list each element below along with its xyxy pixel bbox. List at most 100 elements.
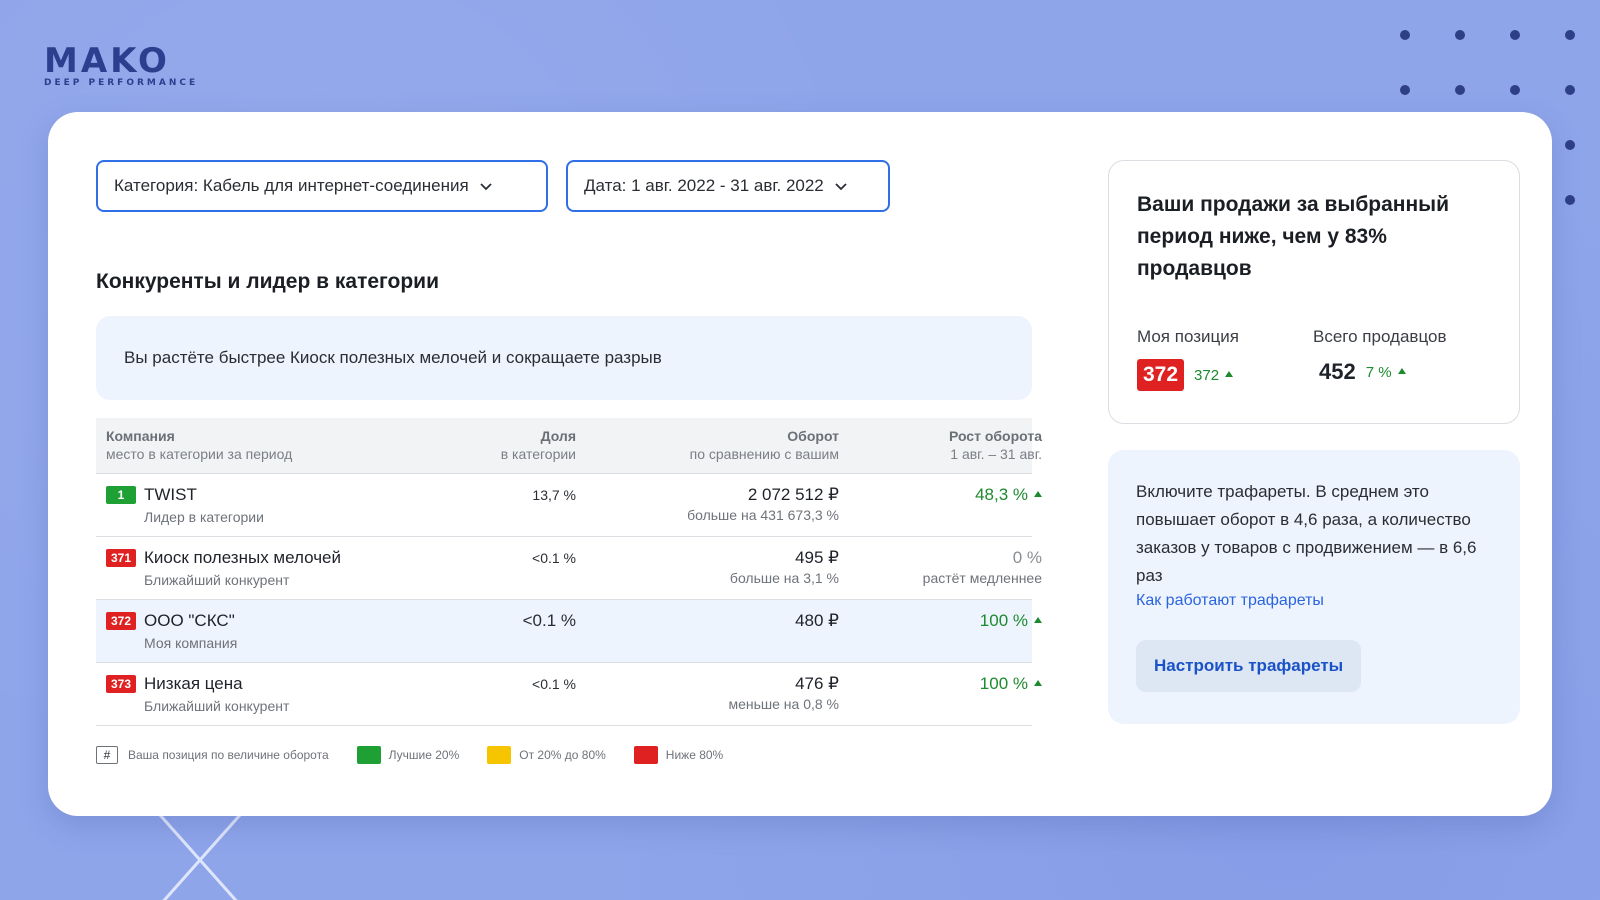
company-role: Лидер в категории [144,509,264,525]
share-value: 13,7 % [532,487,576,503]
delta-text: 372 [1194,366,1220,384]
table-row[interactable]: 373 Низкая цена Ближайший конкурент <0.1… [96,663,1042,726]
total-sellers-delta: 7 % [1366,364,1406,381]
brand-tagline: DEEP PERFORMANCE [44,78,199,88]
chevron-down-icon [479,179,493,193]
turnover-value: 476 ₽ [795,674,839,693]
turnover-compare: больше на 3,1 % [729,570,839,586]
share-value: <0.1 % [532,550,576,566]
legend-swatch [633,746,658,764]
legend-label: От 20% до 80% [519,748,606,762]
summary-stats: Моя позиция 372 372 Всего продавцов 452 … [1137,327,1491,391]
header-company-sub: место в категории за период [106,446,293,462]
summary-title: Ваши продажи за выбранный период ниже, ч… [1137,193,1450,280]
header-company: Компания место в категории за период [106,428,476,465]
company-cell: 372 ООО "СКС" Моя компания [106,610,476,662]
table-header: Компания место в категории за период Дол… [96,418,1042,474]
how-stencils-work-link[interactable]: Как работают трафареты [1136,592,1324,610]
header-turnover-sub: по сравнению с вашим [689,446,839,462]
company-name: ООО "СКС" [144,611,235,630]
legend-item-top: Лучшие 20% [356,746,460,764]
my-position-stat: Моя позиция 372 372 [1137,327,1313,391]
legend-item-bottom: Ниже 80% [633,746,724,764]
growth-text: 100 % [979,674,1028,693]
legend-label: Ваша позиция по величине оборота [128,748,329,762]
legend-swatch [487,746,512,764]
company-role: Моя компания [144,635,238,651]
header-turnover-title: Оборот [787,428,839,444]
company-name: Киоск полезных мелочей [144,548,342,567]
my-position-label: Моя позиция [1137,327,1239,346]
total-sellers-label: Всего продавцов [1313,327,1447,346]
competitors-table: Компания место в категории за период Дол… [96,418,1042,726]
legend-label: Ниже 80% [665,748,724,762]
my-position-badge: 372 [1137,359,1185,391]
brand-name: MAKO [44,41,170,81]
growth-text: 100 % [979,611,1028,630]
growth-value: 48,3 % [839,484,1042,506]
turnover-compare: больше на 431 673,3 % [687,507,839,523]
legend-item-position: # Ваша позиция по величине оборота [96,746,329,764]
turnover-compare: меньше на 0,8 % [728,696,839,712]
brand-logo: MAKO DEEP PERFORMANCE [44,44,198,88]
arrow-up-icon [1034,491,1042,497]
arrow-up-icon [1397,367,1406,374]
decorative-cross [158,815,242,900]
table-row-my-company[interactable]: 372 ООО "СКС" Моя компания <0.1 % 480 ₽ … [96,600,1042,663]
growth-text: 48,3 % [975,485,1028,504]
company-cell: 371 Киоск полезных мелочей Ближайший кон… [106,547,476,599]
header-growth: Рост оборота 1 авг. – 31 авг. [839,428,1042,465]
rank-badge: 373 [106,675,136,693]
chevron-down-icon [834,179,848,193]
header-turnover: Оборот по сравнению с вашим [576,428,839,465]
setup-stencils-button[interactable]: Настроить трафареты [1136,640,1362,692]
company-role: Ближайший конкурент [144,698,290,714]
sales-summary-card: Ваши продажи за выбранный период ниже, ч… [1108,160,1520,424]
legend-item-middle: От 20% до 80% [487,746,606,764]
date-filter-label: Дата: 1 авг. 2022 - 31 авг. 2022 [584,176,824,195]
header-company-title: Компания [106,428,175,444]
header-growth-sub: 1 авг. – 31 авг. [950,446,1042,462]
header-share-sub: в категории [500,446,576,462]
section-title: Конкуренты и лидер в категории [96,270,439,293]
hash-icon: # [96,746,118,764]
stencil-promo-card: Включите трафареты. В среднем это повыша… [1108,450,1520,724]
delta-text: 7 % [1365,363,1392,381]
date-filter[interactable]: Дата: 1 авг. 2022 - 31 авг. 2022 [566,160,890,212]
promo-text: Включите трафареты. В среднем это повыша… [1136,482,1477,585]
total-sellers-value: 452 [1319,359,1356,384]
main-card: Категория: Кабель для интернет-соединени… [48,112,1552,816]
table-row[interactable]: 371 Киоск полезных мелочей Ближайший кон… [96,537,1042,600]
rank-badge: 372 [106,612,136,630]
growth-value: 100 % [839,673,1042,695]
share-value: <0.1 % [522,611,576,630]
header-share-title: Доля [540,428,576,444]
legend-label: Лучшие 20% [388,748,460,762]
legend-swatch [356,746,381,764]
turnover-value: 2 072 512 ₽ [747,485,839,504]
arrow-up-icon [1034,617,1042,623]
header-share: Доля в категории [476,428,576,465]
turnover-value: 495 ₽ [795,548,839,567]
total-sellers-stat: Всего продавцов 452 7 % [1313,327,1489,391]
turnover-value: 480 ₽ [795,611,839,630]
category-filter[interactable]: Категория: Кабель для интернет-соединени… [96,160,548,212]
rank-badge: 1 [106,486,136,504]
rank-badge: 371 [106,549,136,567]
share-value: <0.1 % [532,676,576,692]
growth-value: 0 % [1012,548,1042,567]
company-role: Ближайший конкурент [144,572,290,588]
growth-note: растёт медленнее [922,570,1042,586]
company-name: Низкая цена [144,674,243,693]
table-legend: # Ваша позиция по величине оборота Лучши… [96,746,751,764]
insight-banner: Вы растёте быстрее Киоск полезных мелоче… [96,316,1032,400]
insight-text: Вы растёте быстрее Киоск полезных мелоче… [124,348,662,367]
my-position-delta: 372 [1194,366,1234,384]
company-name: TWIST [144,485,197,504]
company-cell: 1 TWIST Лидер в категории [106,484,476,536]
header-growth-title: Рост оборота [948,428,1042,444]
arrow-up-icon [1225,370,1234,377]
category-filter-label: Категория: Кабель для интернет-соединени… [114,176,469,195]
company-cell: 373 Низкая цена Ближайший конкурент [106,673,476,725]
table-row[interactable]: 1 TWIST Лидер в категории 13,7 % 2 072 5… [96,474,1042,537]
